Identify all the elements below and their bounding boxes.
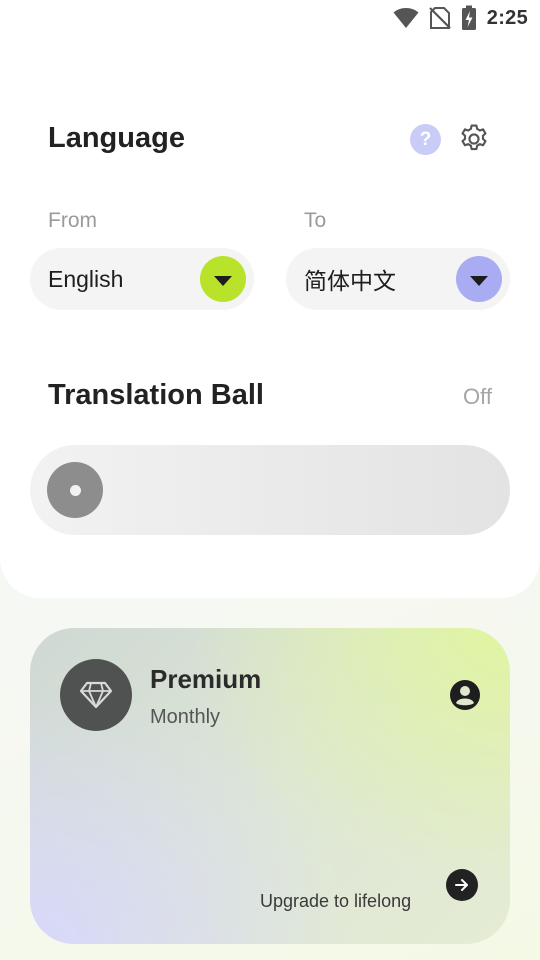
translation-ball-toggle[interactable]: [30, 445, 510, 535]
translation-ball-title: Translation Ball: [48, 379, 264, 411]
from-language-value: English: [48, 265, 124, 292]
caret-down-icon: [470, 276, 488, 286]
premium-plan: Monthly: [150, 706, 221, 728]
arrow-right-icon: [455, 879, 468, 891]
to-label: To: [304, 209, 327, 232]
account-icon[interactable]: [449, 679, 481, 711]
to-language-select[interactable]: 简体中文: [286, 248, 510, 310]
to-language-value: 简体中文: [304, 268, 396, 294]
knob-dot: [69, 484, 81, 496]
wifi-icon: [393, 8, 419, 28]
help-icon[interactable]: ?: [410, 124, 441, 155]
premium-card[interactable]: Premium Monthly Upgrade to lifelong: [30, 628, 510, 944]
premium-badge: [60, 659, 132, 731]
battery-charging-icon: [461, 5, 476, 30]
settings-card: Language ? From To English 简体中文 Translat…: [0, 0, 540, 598]
no-sim-icon: [428, 7, 451, 29]
upgrade-link[interactable]: Upgrade to lifelong: [260, 891, 411, 912]
from-label: From: [48, 209, 97, 232]
translation-ball-state: Off: [463, 384, 492, 409]
from-dropdown-button[interactable]: [200, 256, 246, 302]
from-language-select[interactable]: English: [30, 248, 254, 310]
to-dropdown-button[interactable]: [456, 256, 502, 302]
premium-title: Premium: [150, 664, 262, 694]
upgrade-arrow-button[interactable]: [446, 869, 478, 901]
language-title: Language: [48, 122, 185, 154]
diamond-icon: [79, 681, 113, 709]
gear-icon[interactable]: [457, 122, 491, 156]
status-bar: 2:25: [0, 0, 540, 36]
toggle-knob[interactable]: [47, 462, 103, 518]
status-time: 2:25: [486, 6, 528, 29]
help-icon-glyph: ?: [419, 128, 432, 150]
caret-down-icon: [214, 276, 232, 286]
